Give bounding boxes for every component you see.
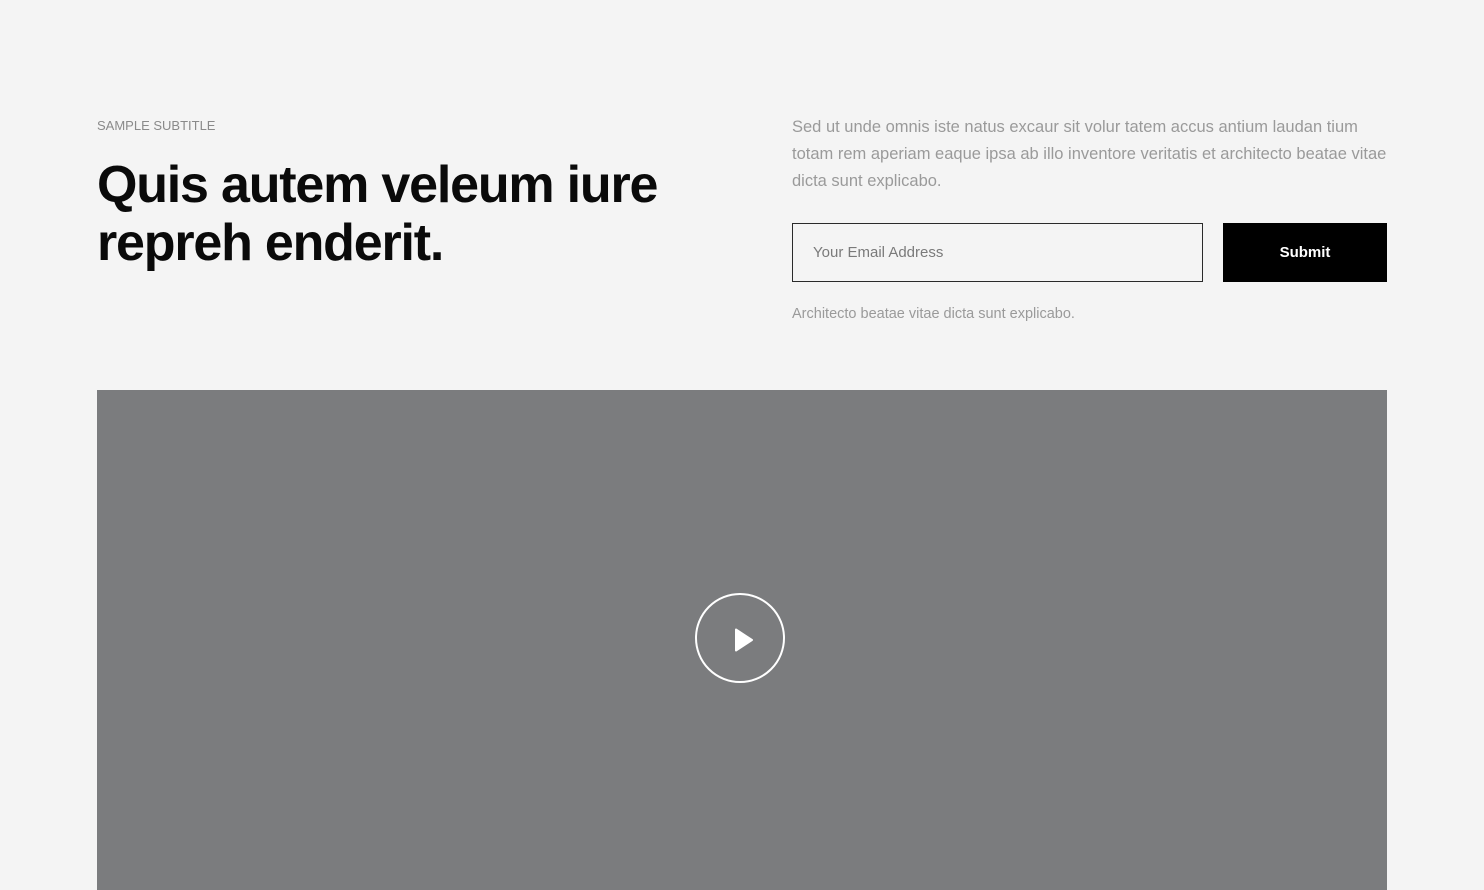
signup-description: Sed ut unde omnis iste natus excaur sit …: [792, 118, 1387, 190]
signup-form: Submit: [792, 223, 1387, 282]
signup-block: Sed ut unde omnis iste natus excaur sit …: [792, 114, 1387, 322]
hero-heading-block: SAMPLE SUBTITLE Quis autem veleum iure r…: [97, 118, 697, 272]
signup-note: Architecto beatae vitae dicta sunt expli…: [792, 306, 1075, 322]
play-button[interactable]: [695, 593, 785, 683]
video-player[interactable]: [97, 390, 1387, 890]
section-subtitle: SAMPLE SUBTITLE: [97, 118, 216, 133]
page-title: Quis autem veleum iure repreh enderit.: [97, 156, 658, 272]
email-field[interactable]: [792, 223, 1203, 282]
submit-button[interactable]: Submit: [1223, 223, 1387, 282]
newsletter-section: SAMPLE SUBTITLE Quis autem veleum iure r…: [0, 0, 1484, 890]
